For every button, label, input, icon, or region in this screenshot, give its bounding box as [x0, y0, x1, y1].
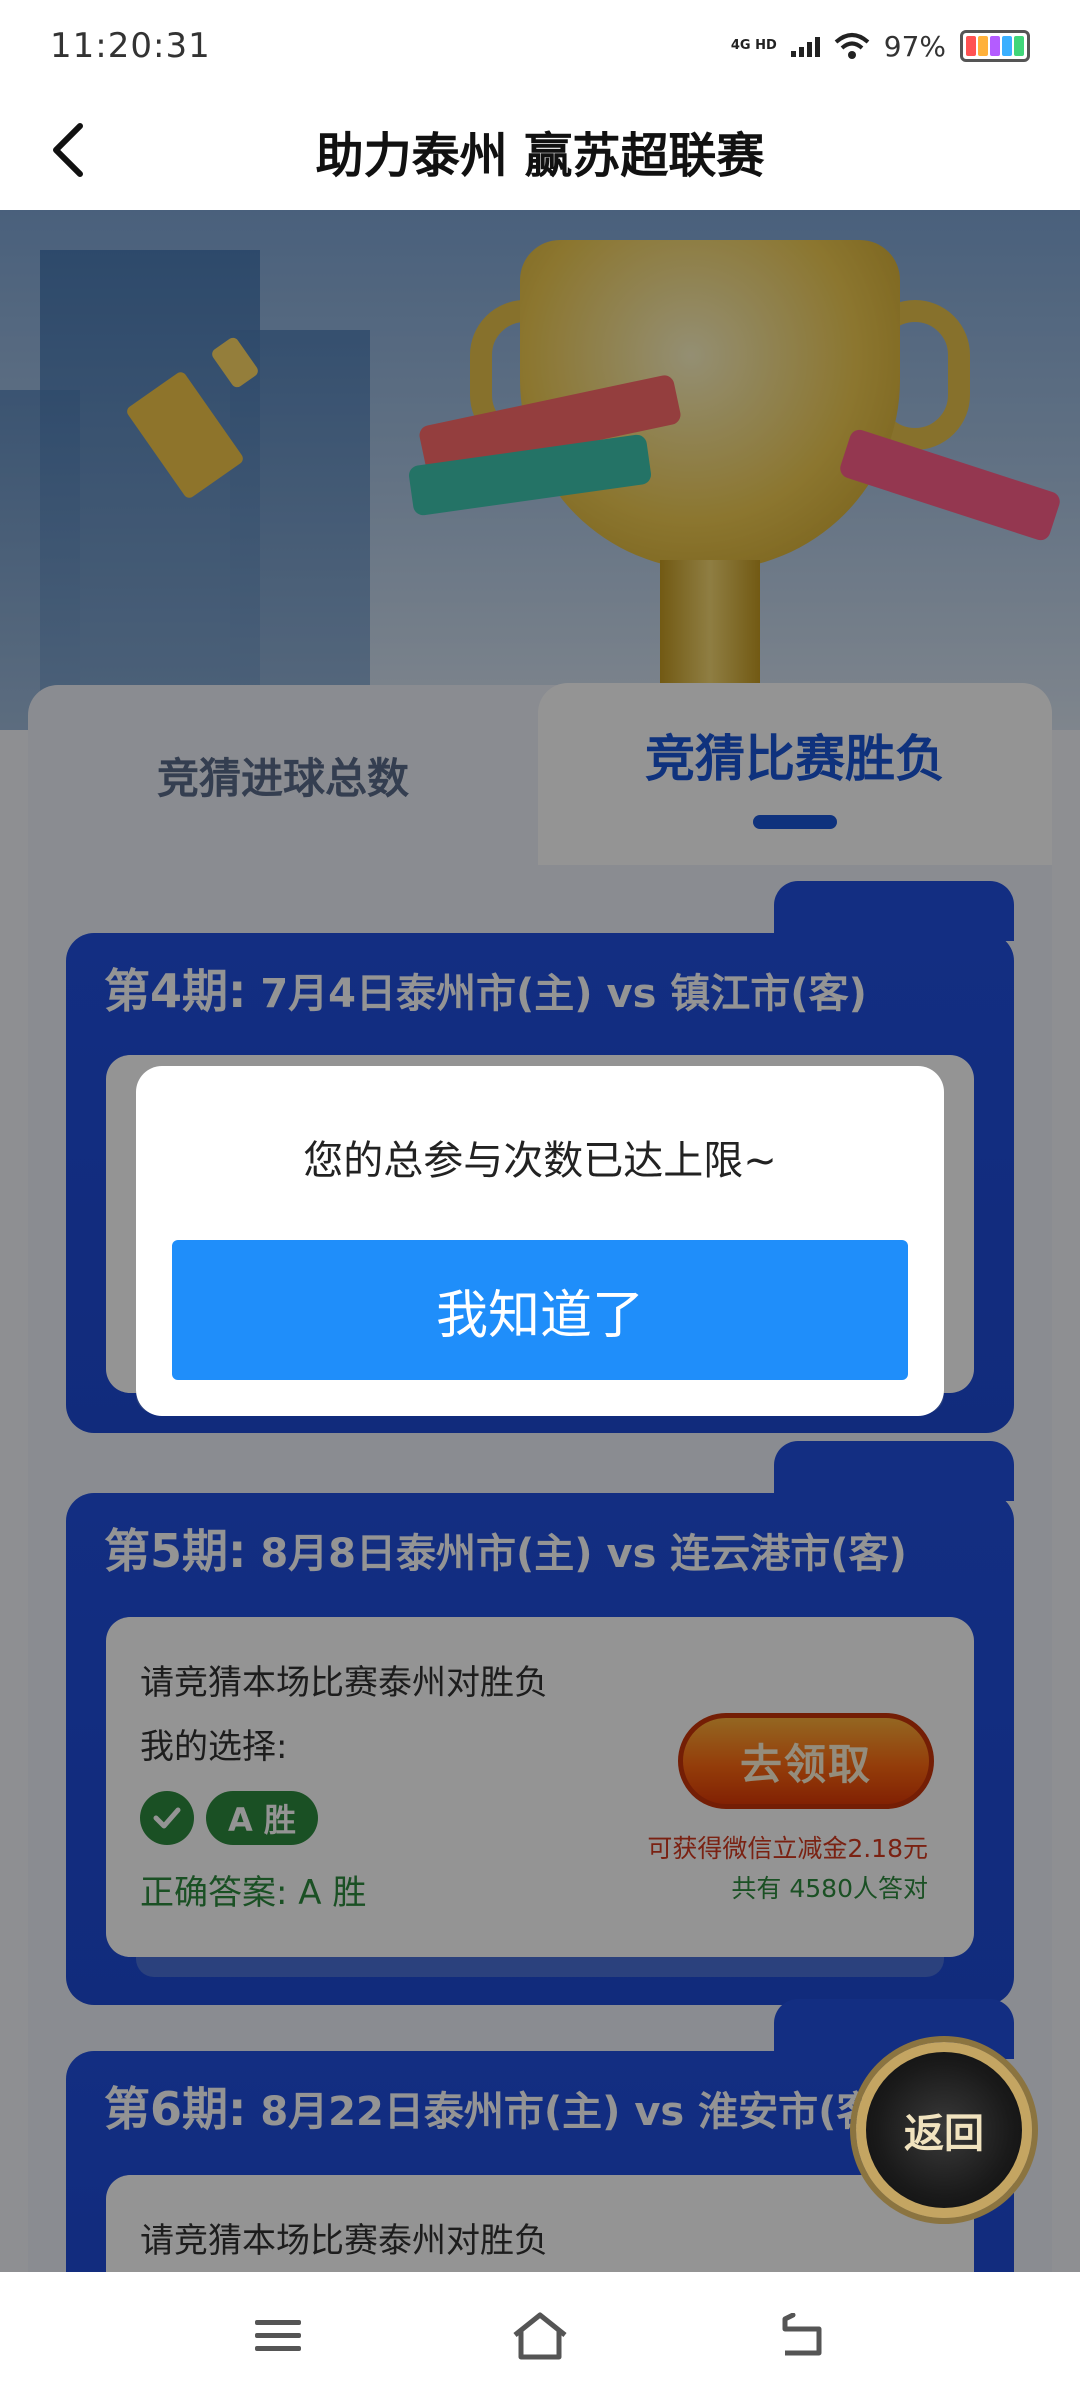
chevron-left-icon	[53, 123, 83, 177]
page-title: 助力泰州 赢苏超联赛	[315, 128, 765, 184]
dialog-message: 您的总参与次数已达上限~	[303, 1138, 777, 1184]
network-label: 4G HD	[730, 38, 777, 53]
back-button[interactable]	[38, 120, 98, 180]
battery-icon	[960, 30, 1030, 62]
battery-percent: 97%	[883, 29, 946, 63]
dialog-confirm-button[interactable]: 我知道了	[172, 1240, 908, 1380]
signal-icon	[790, 35, 820, 57]
network-type: 4G HD	[731, 39, 777, 53]
home-button[interactable]	[504, 2300, 576, 2372]
return-float-button[interactable]: 返回	[856, 2042, 1032, 2218]
app-header: 助力泰州 赢苏超联赛	[0, 92, 1080, 210]
limit-dialog: 您的总参与次数已达上限~ 我知道了	[136, 1066, 944, 1416]
status-time: 11:20:31	[50, 26, 211, 66]
menu-button[interactable]	[242, 2300, 314, 2372]
return-label: 返回	[904, 2111, 984, 2157]
wifi-icon	[834, 33, 870, 59]
status-icons: 4G HD 97%	[731, 30, 1030, 63]
home-icon	[513, 2312, 567, 2360]
system-nav-bar	[0, 2272, 1080, 2400]
menu-icon	[255, 2320, 301, 2351]
back-icon	[782, 2313, 822, 2356]
status-bar: 11:20:31 4G HD 97%	[0, 0, 1080, 92]
back-nav-button[interactable]	[766, 2300, 838, 2372]
